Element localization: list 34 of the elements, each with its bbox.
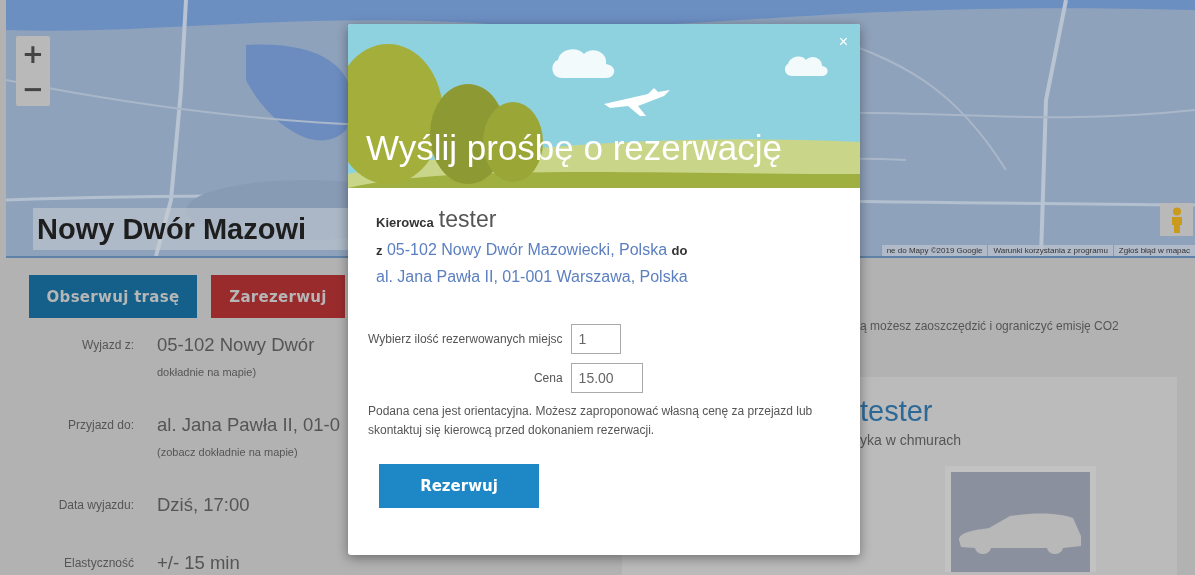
field-label: Cena <box>533 371 563 385</box>
person-button[interactable] <box>1160 203 1193 236</box>
map-link[interactable]: (zobacz dokładnie na mapie) <box>157 446 298 458</box>
price-note: Podana cena jest orientacyjna. Możesz zaproponować własną cenę za przejazd lub skontaktuj się kierowcą przed dokonaniem rezerwacji. <box>368 403 814 439</box>
person-icon <box>1169 206 1184 233</box>
driver-subtitle: yka w chmurach <box>860 432 963 448</box>
zoom-button[interactable]: + <box>16 36 50 71</box>
zoom-button[interactable]: − <box>16 71 50 106</box>
detail-value: al. Jana Pawła II, 01-0 <box>157 413 341 437</box>
map-link[interactable]: Warunki korzystania z programu <box>987 245 1113 256</box>
detail-label: Data wyjazdu: <box>58 497 134 514</box>
map-link[interactable]: ne do Mapy ©2019 Google <box>880 245 988 256</box>
detail-value: 05-102 Nowy Dwór <box>157 333 315 357</box>
detail-label: Przyjazd do: <box>67 417 134 434</box>
map-link[interactable]: Zgłoś błąd w mapac <box>1112 245 1195 256</box>
action-button[interactable]: Zarezerwuj <box>211 275 345 318</box>
detail-value: Dziś, 17:00 <box>157 493 250 517</box>
field-label: Wybierz ilość rezerwowanych miejsc <box>368 332 563 346</box>
input-field[interactable]: 1 <box>570 324 621 354</box>
place-title: Nowy Dwór Mazowi <box>36 212 307 246</box>
driver-label: Kierowca <box>376 215 434 230</box>
driver-name[interactable]: tester <box>860 395 1177 428</box>
to-link[interactable]: al. Jana Pawła II, 01-001 Warszawa, Polska <box>376 268 688 285</box>
detail-label: Wyjazd z: <box>82 337 134 354</box>
driver-name: tester <box>438 206 497 233</box>
map-link[interactable]: dokładnie na mapie) <box>157 366 257 378</box>
submit-button[interactable]: Rezerwuj <box>379 464 539 508</box>
detail-value: +/- 15 min <box>157 551 240 575</box>
from-link[interactable]: 05-102 Nowy Dwór Mazowiecki, Polska <box>386 241 668 258</box>
eco-note: ą możesz zaoszczędzić i ograniczyć emisję CO2 <box>860 319 1120 333</box>
route-text: z 05-102 Nowy Dwór Mazowiecki, Polska do al. Jana Pawła II, 01-001 Warszawa, Polska <box>376 240 689 287</box>
input-field[interactable]: 15.00 <box>570 363 643 393</box>
action-button[interactable]: Obserwuj trasę <box>29 275 197 318</box>
detail-label: Elastyczność <box>63 555 134 572</box>
